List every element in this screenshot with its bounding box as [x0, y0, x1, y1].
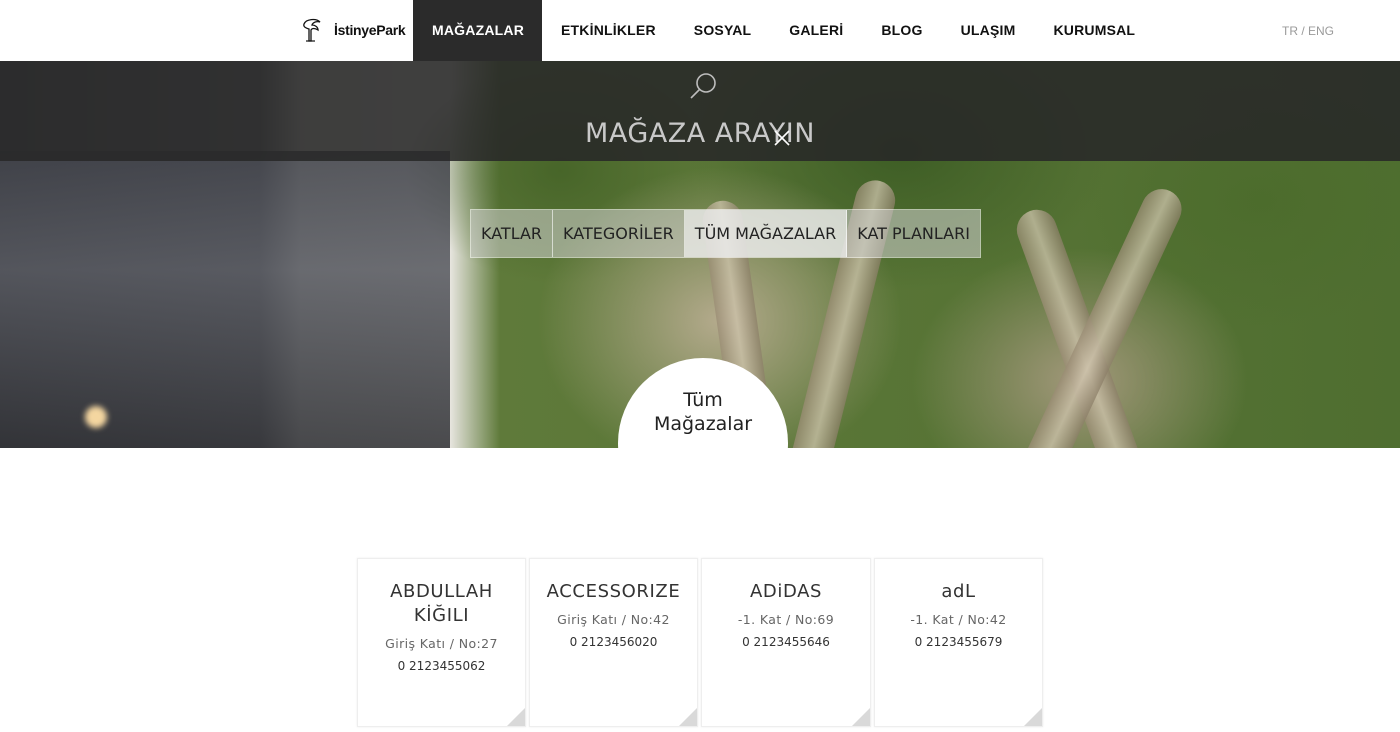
search-icon[interactable] — [689, 71, 719, 101]
store-phone: 0 2123455646 — [742, 635, 830, 649]
store-phone: 0 2123455679 — [914, 635, 1003, 649]
tree-logo-icon — [303, 18, 321, 42]
brand-logo[interactable]: İstinyePark — [298, 14, 406, 46]
card-corner-fold — [679, 708, 697, 726]
tab-katlar[interactable]: KATLAR — [471, 210, 554, 257]
store-location: -1. Kat / No:42 — [910, 612, 1007, 627]
nav-item-blog[interactable]: BLOG — [862, 0, 941, 61]
store-card[interactable]: ADiDAS -1. Kat / No:69 0 2123455646 — [701, 558, 871, 727]
hero-background-light — [85, 406, 107, 428]
store-location: Giriş Katı / No:42 — [557, 612, 670, 627]
search-title[interactable]: MAĞAZA ARAYIN — [0, 118, 1400, 149]
top-navigation: İstinyePark MAĞAZALAR ETKİNLİKLER SOSYAL… — [0, 0, 1400, 61]
hero-background-storefront — [0, 151, 450, 448]
card-corner-fold — [852, 708, 870, 726]
store-name: ABDULLAH KİĞILI — [390, 581, 493, 626]
language-switcher[interactable]: TR / ENG — [1282, 24, 1334, 38]
tab-kategoriler[interactable]: KATEGORİLER — [553, 210, 685, 257]
store-card[interactable]: ACCESSORIZE Giriş Katı / No:42 0 2123456… — [529, 558, 698, 727]
store-filter-tabs: KATLAR KATEGORİLER TÜM MAĞAZALAR KAT PLA… — [470, 209, 981, 258]
nav-item-kurumsal[interactable]: KURUMSAL — [1034, 0, 1154, 61]
store-location: Giriş Katı / No:27 — [385, 636, 498, 651]
nav-item-etkinlikler[interactable]: ETKİNLİKLER — [542, 0, 675, 61]
nav-item-sosyal[interactable]: SOSYAL — [675, 0, 770, 61]
hero-banner: MAĞAZA ARAYIN KATLAR KATEGORİLER TÜM MAĞ… — [0, 61, 1400, 448]
store-location: -1. Kat / No:69 — [737, 612, 835, 627]
store-list: ABDULLAH KİĞILI Giriş Katı / No:27 0 212… — [357, 558, 1043, 727]
card-corner-fold — [1024, 708, 1042, 726]
store-name: adL — [941, 581, 976, 602]
nav-item-magazalar[interactable]: MAĞAZALAR — [413, 0, 543, 61]
section-title: Tüm Mağazalar — [653, 389, 753, 435]
tab-tum-magazalar[interactable]: TÜM MAĞAZALAR — [684, 210, 848, 257]
nav-item-galeri[interactable]: GALERİ — [770, 0, 862, 61]
store-name: ACCESSORIZE — [546, 581, 681, 602]
card-corner-fold — [507, 708, 525, 726]
tab-kat-planlari[interactable]: KAT PLANLARI — [847, 210, 980, 257]
store-phone: 0 2123456020 — [569, 635, 658, 649]
store-phone: 0 2123455062 — [397, 659, 486, 673]
store-name: ADiDAS — [749, 581, 823, 602]
brand-name: İstinyePark — [334, 22, 406, 38]
store-card[interactable]: ABDULLAH KİĞILI Giriş Katı / No:27 0 212… — [357, 558, 526, 727]
main-nav: MAĞAZALAR ETKİNLİKLER SOSYAL GALERİ BLOG… — [413, 0, 1154, 61]
nav-item-ulasim[interactable]: ULAŞIM — [942, 0, 1035, 61]
store-card[interactable]: adL -1. Kat / No:42 0 2123455679 — [874, 558, 1043, 727]
close-icon[interactable] — [773, 129, 791, 147]
store-search-bar: MAĞAZA ARAYIN — [0, 61, 1400, 161]
